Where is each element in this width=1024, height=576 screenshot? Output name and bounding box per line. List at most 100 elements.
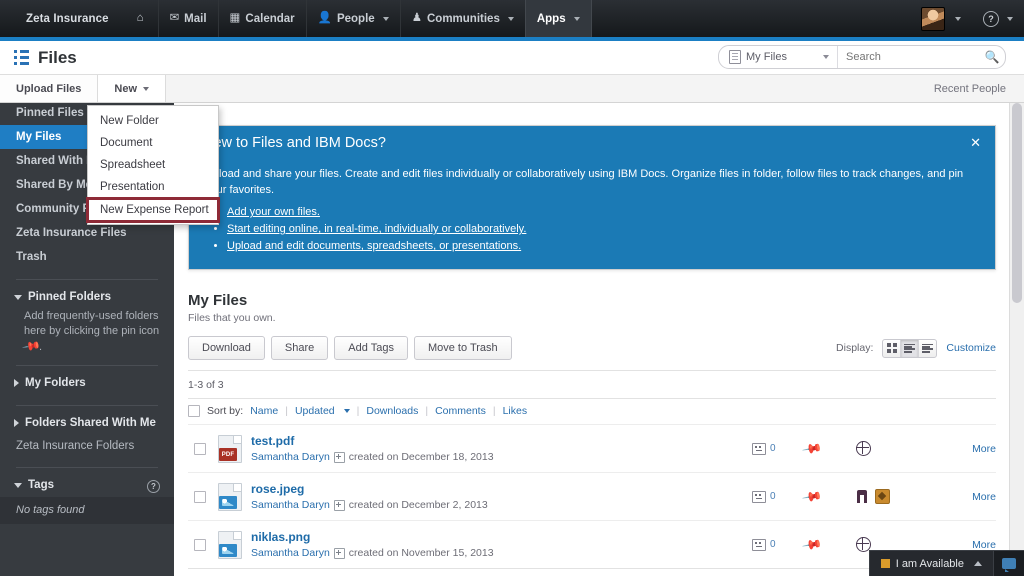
file-name-link[interactable]: rose.jpeg [251, 482, 304, 496]
menu-item-document[interactable]: Document [88, 132, 218, 154]
nav-item-home[interactable]: ⌂ [123, 0, 158, 37]
menu-item-new-expense-report[interactable]: New Expense Report [86, 197, 220, 223]
add-tags-button[interactable]: Add Tags [334, 336, 408, 360]
row-checkbox[interactable] [194, 442, 206, 455]
action-toolbar: Upload Files New Recent People [0, 74, 1024, 103]
sort-option-name[interactable]: Name [250, 405, 278, 417]
avatar [921, 6, 945, 31]
sidebar-group-tags-label: Tags [28, 479, 54, 491]
menu-item-presentation[interactable]: Presentation [88, 176, 218, 198]
search-icon[interactable]: 🔍 [979, 50, 1005, 64]
pin-cell[interactable]: 📌 [801, 533, 856, 555]
new-button[interactable]: New [98, 75, 167, 102]
scrollbar-thumb[interactable] [1012, 103, 1022, 303]
sidebar-group-folders-shared-with-me[interactable]: Folders Shared With Me [0, 406, 174, 435]
file-name-link[interactable]: niklas.png [251, 530, 310, 544]
display-mode-list[interactable] [919, 340, 936, 357]
banner-link-start-editing[interactable]: Start editing online, in real-time, indi… [227, 223, 526, 235]
sidebar-group-my-folders[interactable]: My Folders [0, 366, 174, 395]
row-checkbox[interactable] [194, 538, 206, 551]
brand-label[interactable]: Zeta Insurance [0, 0, 123, 37]
detail-list-icon [904, 343, 916, 353]
row-meta: test.pdf Samantha Daryn created on Decem… [251, 434, 752, 463]
chat-bubble-icon [1002, 558, 1016, 572]
download-button[interactable]: Download [188, 336, 265, 360]
info-banner-header: New to Files and IBM Docs? ✕ [189, 126, 995, 160]
file-subtext: Samantha Daryn created on November 15, 2… [251, 547, 752, 559]
more-link[interactable]: More [944, 539, 996, 551]
menu-item-new-folder[interactable]: New Folder [88, 110, 218, 132]
file-owner-link[interactable]: Samantha Daryn [251, 451, 330, 463]
share-button[interactable]: Share [270, 336, 329, 360]
info-banner-title: New to Files and IBM Docs? [203, 135, 386, 151]
nav-item-people[interactable]: 👤 People [305, 0, 400, 37]
display-controls: Display: Customize [836, 338, 996, 358]
display-mode-detail[interactable] [901, 339, 920, 357]
file-owner-link[interactable]: Samantha Daryn [251, 547, 330, 559]
nav-item-calendar[interactable]: ▦ Calendar [217, 0, 306, 37]
business-card-icon[interactable] [333, 451, 345, 463]
sort-option-comments[interactable]: Comments [435, 405, 486, 417]
row-checkbox[interactable] [194, 490, 206, 503]
pinned-folders-hint-line2: here by clicking the pin icon [24, 325, 160, 337]
business-card-icon[interactable] [333, 547, 345, 559]
chevron-down-icon [507, 16, 514, 21]
close-icon[interactable]: ✕ [970, 135, 981, 151]
chat-status-button[interactable]: I am Available [868, 550, 993, 576]
sort-option-updated[interactable]: Updated [295, 405, 335, 417]
file-subtext: Samantha Daryn created on December 18, 2… [251, 451, 752, 463]
sort-row: Sort by: Name | Updated | Downloads | Co… [188, 398, 996, 424]
menu-item-spreadsheet[interactable]: Spreadsheet [88, 154, 218, 176]
customize-link[interactable]: Customize [946, 342, 996, 354]
sort-option-likes[interactable]: Likes [503, 405, 528, 417]
display-mode-grid[interactable] [883, 339, 902, 357]
comments-cell[interactable]: 0 [752, 442, 804, 455]
sort-option-downloads[interactable]: Downloads [366, 405, 418, 417]
chevron-down-icon [823, 55, 829, 59]
business-card-icon[interactable] [333, 499, 345, 511]
tags-empty-text: No tags found [0, 497, 174, 524]
user-menu[interactable] [910, 0, 972, 37]
chat-open-button[interactable] [993, 550, 1024, 576]
upload-files-button[interactable]: Upload Files [0, 75, 99, 102]
row-meta: niklas.png Samantha Daryn created on Nov… [251, 530, 752, 559]
file-subtext: Samantha Daryn created on December 2, 20… [251, 499, 752, 511]
comments-cell[interactable]: 0 [752, 490, 804, 503]
file-owner-link[interactable]: Samantha Daryn [251, 499, 330, 511]
nav-item-people-label: People [336, 12, 375, 25]
comments-cell[interactable]: 0 [752, 538, 804, 551]
sidebar-group-pinned-folders[interactable]: Pinned Folders [0, 280, 174, 309]
recent-people-link[interactable]: Recent People [915, 75, 1024, 102]
pin-cell[interactable]: 📌 [801, 485, 856, 507]
file-name-link[interactable]: test.pdf [251, 434, 294, 448]
nav-item-mail[interactable]: ✉ Mail [157, 0, 218, 37]
select-all-checkbox[interactable] [188, 405, 200, 417]
info-banner-text: Upload and share your files. Create and … [205, 168, 964, 196]
sidebar-group-tags[interactable]: Tags ? [0, 468, 174, 497]
pin-cell[interactable]: 📌 [801, 437, 856, 459]
table-row[interactable]: PDF test.pdf Samantha Daryn created on D… [188, 424, 996, 472]
sidebar-item-trash[interactable]: Trash [0, 245, 174, 269]
search-scope-selector[interactable]: My Files [719, 46, 838, 68]
banner-link-add-files[interactable]: Add your own files. [227, 206, 320, 218]
more-link[interactable]: More [944, 443, 996, 455]
move-to-trash-button[interactable]: Move to Trash [413, 336, 512, 360]
divider: | [285, 405, 288, 417]
nav-item-communities[interactable]: ♟ Communities [399, 0, 525, 37]
mail-icon: ✉ [169, 11, 180, 24]
search-input[interactable] [838, 46, 979, 68]
search-bar: My Files 🔍 [718, 45, 1006, 69]
nav-item-apps[interactable]: Apps [524, 0, 592, 37]
nav-item-mail-label: Mail [184, 12, 207, 25]
file-created-text: created on December 2, 2013 [348, 499, 488, 511]
more-link[interactable]: More [944, 491, 996, 503]
banner-link-upload-edit[interactable]: Upload and edit documents, spreadsheets,… [227, 240, 521, 252]
help-icon[interactable]: ? [147, 480, 160, 493]
sidebar-item-zeta-insurance-folders[interactable]: Zeta Insurance Folders [0, 435, 174, 457]
help-menu[interactable]: ? [972, 0, 1024, 37]
table-row[interactable]: rose.jpeg Samantha Daryn created on Dece… [188, 472, 996, 520]
vertical-scrollbar[interactable] [1009, 101, 1024, 576]
divider: | [425, 405, 429, 417]
row-actions: 0 📌 More [752, 485, 996, 507]
new-dropdown-menu: New Folder Document Spreadsheet Presenta… [86, 105, 220, 225]
